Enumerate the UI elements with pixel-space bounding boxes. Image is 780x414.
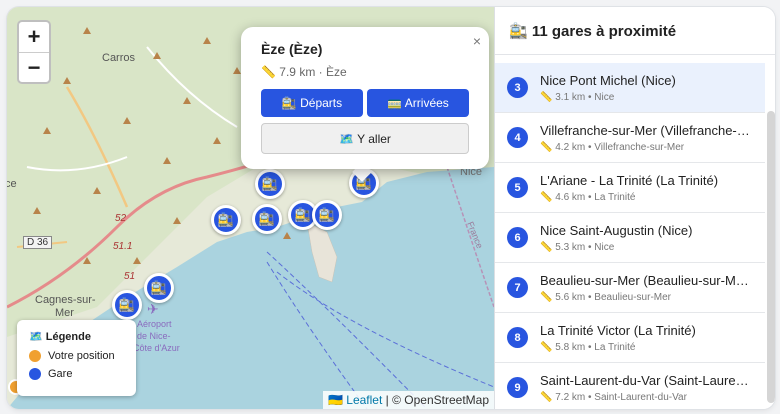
station-marker[interactable]: 🚉 [211, 205, 241, 235]
station-rank: 8 [507, 327, 528, 348]
legend-item: Votre position [29, 350, 124, 362]
legend-label: Gare [48, 368, 73, 380]
station-meta: 📏 5.8 km • La Trinité [540, 341, 636, 353]
station-meta: 📏 4.6 km • La Trinité [540, 191, 636, 203]
station-meta: 📏 7.2 km • Saint-Laurent-du-Var [540, 391, 687, 403]
osm-link[interactable]: OpenStreetMap [404, 393, 489, 407]
map-label-cagnes: Cagnes-sur- [35, 294, 96, 306]
station-rank: 7 [507, 277, 528, 298]
app-frame: ✈ + − Carros Cagnes-sur- Mer Aéroport de… [7, 7, 775, 409]
map-label-ce: ce [7, 178, 17, 190]
station-dot-icon [29, 368, 41, 380]
station-meta: 📏 5.6 km • Beaulieu-sur-Mer [540, 291, 671, 303]
station-marker[interactable]: 🚉 [255, 169, 285, 199]
station-list-item[interactable]: 7 Beaulieu-sur-Mer (Beaulieu-sur-Mer) 📏 5… [495, 263, 765, 313]
station-marker[interactable]: 🚉 [144, 273, 174, 303]
road-badge-d36: D 36 [23, 236, 53, 249]
station-list-item[interactable]: 9 Saint-Laurent-du-Var (Saint-Laurent-du… [495, 363, 765, 409]
stations-list: 3 Nice Pont Michel (Nice) 📏 3.1 km • Nice… [495, 63, 765, 409]
popup-meta: 📏 7.9 km · Èze [261, 65, 469, 79]
station-list-item[interactable]: 6 Nice Saint-Augustin (Nice) 📏 5.3 km • N… [495, 213, 765, 263]
popup-meta-text: 7.9 km · Èze [279, 65, 347, 79]
road-number-51: 51 [124, 271, 136, 282]
map-legend: 🗺️ Légende Votre position Gare [17, 320, 136, 396]
ruler-icon: 📏 [261, 65, 276, 79]
station-list-item[interactable]: 5 L'Ariane - La Trinité (La Trinité) 📏 4.… [495, 163, 765, 213]
attribution-separator: | © [382, 393, 405, 407]
leaflet-link[interactable]: Leaflet [346, 393, 382, 407]
station-meta: 📏 5.3 km • Nice [540, 241, 615, 253]
legend-label: Votre position [48, 350, 115, 362]
station-marker[interactable]: 🚉 [252, 204, 282, 234]
departures-button[interactable]: 🚉 Départs [261, 89, 363, 117]
station-marker[interactable]: 🚉 [112, 290, 142, 320]
station-name: L'Ariane - La Trinité (La Trinité) [540, 172, 719, 188]
map-label-carros: Carros [102, 52, 136, 64]
map-label-mer: Mer [55, 307, 74, 319]
station-name: Nice Pont Michel (Nice) [540, 72, 676, 88]
station-list-item[interactable]: 4 Villefranche-sur-Mer (Villefranche-sur… [495, 113, 765, 163]
arrivals-button[interactable]: 🚃 Arrivées [367, 89, 469, 117]
popup-actions: 🚉 Départs 🚃 Arrivées [261, 89, 469, 117]
road-number-51-1: 51.1 [113, 241, 133, 252]
station-list-item[interactable]: 3 Nice Pont Michel (Nice) 📏 3.1 km • Nice [495, 63, 765, 113]
go-there-button[interactable]: 🗺️ Y aller [261, 123, 469, 154]
station-list-item[interactable]: 8 La Trinité Victor (La Trinité) 📏 5.8 km… [495, 313, 765, 363]
station-rank: 6 [507, 227, 528, 248]
station-rank: 4 [507, 127, 528, 148]
station-name: Beaulieu-sur-Mer (Beaulieu-sur-Mer) [540, 272, 750, 288]
panel-title: 🚉 11 gares à proximité [495, 7, 775, 55]
svg-text:✈: ✈ [147, 302, 159, 318]
zoom-control: + − [17, 20, 51, 84]
stations-panel: 🚉 11 gares à proximité 3 Nice Pont Miche… [494, 7, 775, 409]
map-label-airport-1: Aéroport [137, 319, 172, 329]
map-label-airport-3: Côte d'Azur [133, 343, 180, 353]
map-label-airport-2: de Nice- [137, 331, 171, 341]
station-rank: 3 [507, 77, 528, 98]
station-meta: 📏 3.1 km • Nice [540, 91, 615, 103]
station-meta: 📏 4.2 km • Villefranche-sur-Mer [540, 141, 685, 153]
station-name: Villefranche-sur-Mer (Villefranche-sur-M… [540, 122, 750, 138]
popup-close-button[interactable]: × [473, 33, 481, 49]
station-name: Nice Saint-Augustin (Nice) [540, 222, 693, 238]
road-number-52: 52 [115, 213, 127, 224]
map-view[interactable]: ✈ + − Carros Cagnes-sur- Mer Aéroport de… [7, 7, 494, 409]
legend-item: Gare [29, 368, 124, 380]
position-dot-icon [29, 350, 41, 362]
station-popup: × Èze (Èze) 📏 7.9 km · Èze 🚉 Départs 🚃 A… [241, 27, 489, 169]
station-name: La Trinité Victor (La Trinité) [540, 322, 696, 338]
map-attribution: 🇺🇦 Leaflet | © OpenStreetMap [322, 391, 494, 409]
legend-title: 🗺️ Légende [29, 331, 91, 343]
station-rank: 9 [507, 377, 528, 398]
zoom-in-button[interactable]: + [19, 22, 49, 52]
zoom-out-button[interactable]: − [19, 52, 49, 82]
station-name: Saint-Laurent-du-Var (Saint-Laurent-du-V… [540, 372, 750, 388]
popup-title: Èze (Èze) [261, 41, 323, 57]
ukraine-flag-icon: 🇺🇦 [327, 393, 343, 407]
station-rank: 5 [507, 177, 528, 198]
panel-scrollbar[interactable] [767, 111, 775, 403]
station-marker[interactable]: 🚉 [312, 200, 342, 230]
